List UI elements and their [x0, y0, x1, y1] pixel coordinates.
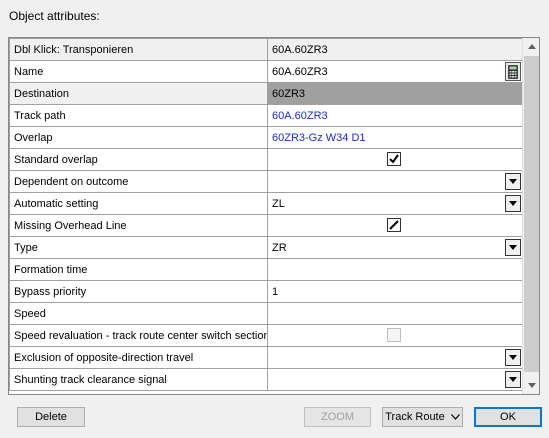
- table-row[interactable]: Speed: [9, 302, 524, 325]
- chevron-down-icon: [509, 179, 517, 184]
- chevron-up-icon: [527, 44, 536, 49]
- table-row[interactable]: Overlap 60ZR3-Gz W34 D1: [9, 126, 524, 149]
- table-row[interactable]: Missing Overhead Line: [9, 214, 524, 237]
- row-label-dependent-on-outcome: Dependent on outcome: [9, 170, 268, 193]
- row-label-overlap: Overlap: [9, 126, 268, 149]
- bypass-priority-field[interactable]: 1: [267, 280, 524, 303]
- grid-header-row[interactable]: Dbl Klick: Transponieren 60A.60ZR3: [9, 38, 524, 61]
- table-row[interactable]: Bypass priority 1: [9, 280, 524, 303]
- chevron-down-icon: [450, 414, 460, 420]
- calculator-button[interactable]: [505, 62, 521, 81]
- exclusion-opposite-direction-dropdown-button[interactable]: [505, 349, 521, 366]
- chevron-down-icon: [509, 377, 517, 382]
- dialog-title: Object attributes:: [9, 9, 100, 23]
- row-label-automatic-setting: Automatic setting: [9, 192, 268, 215]
- speed-revaluation-cell: [267, 324, 524, 347]
- row-label-destination: Destination: [9, 82, 268, 105]
- type-dropdown-button[interactable]: [505, 239, 521, 256]
- slash-check-icon: [389, 220, 399, 230]
- table-row[interactable]: Shunting track clearance signal: [9, 368, 524, 391]
- row-label-type: Type: [9, 236, 268, 259]
- exclusion-opposite-direction-select[interactable]: [267, 346, 524, 369]
- grid-header-label: Dbl Klick: Transponieren: [9, 38, 268, 61]
- delete-button[interactable]: Delete: [17, 407, 85, 427]
- destination-value[interactable]: 60ZR3: [267, 82, 524, 105]
- type-select[interactable]: ZR: [267, 236, 524, 259]
- table-row[interactable]: Automatic setting ZL: [9, 192, 524, 215]
- table-row[interactable]: Exclusion of opposite-direction travel: [9, 346, 524, 369]
- standard-overlap-checkbox[interactable]: [387, 152, 401, 166]
- formation-time-field[interactable]: [267, 258, 524, 281]
- missing-overhead-line-checkbox[interactable]: [387, 218, 401, 232]
- chevron-down-icon: [527, 383, 536, 388]
- scroll-down-button[interactable]: [523, 377, 539, 394]
- track-path-link[interactable]: 60A.60ZR3: [267, 104, 524, 127]
- dependent-on-outcome-dropdown-button[interactable]: [505, 173, 521, 190]
- row-label-shunting-track-clearance: Shunting track clearance signal: [9, 368, 268, 391]
- route-type-select[interactable]: Track Route: [382, 407, 463, 427]
- row-label-speed: Speed: [9, 302, 268, 325]
- table-row[interactable]: Track path 60A.60ZR3: [9, 104, 524, 127]
- table-row[interactable]: Dependent on outcome: [9, 170, 524, 193]
- row-label-name: Name: [9, 60, 268, 83]
- automatic-setting-select[interactable]: ZL: [267, 192, 524, 215]
- shunting-track-clearance-select[interactable]: [267, 368, 524, 391]
- table-row[interactable]: Standard overlap: [9, 148, 524, 171]
- ok-button[interactable]: OK: [474, 407, 542, 427]
- shunting-track-clearance-dropdown-button[interactable]: [505, 371, 521, 388]
- standard-overlap-cell: [267, 148, 524, 171]
- row-label-exclusion-opposite-direction: Exclusion of opposite-direction travel: [9, 346, 268, 369]
- overlap-link[interactable]: 60ZR3-Gz W34 D1: [267, 126, 524, 149]
- chevron-down-icon: [509, 201, 517, 206]
- scroll-up-button[interactable]: [523, 38, 539, 55]
- calculator-icon: [508, 64, 518, 79]
- speed-field[interactable]: [267, 302, 524, 325]
- scroll-thumb[interactable]: [524, 56, 539, 372]
- table-row[interactable]: Destination 60ZR3: [9, 82, 524, 105]
- table-row[interactable]: Name 60A.60ZR3: [9, 60, 524, 83]
- table-row[interactable]: Formation time: [9, 258, 524, 281]
- name-field[interactable]: 60A.60ZR3: [267, 60, 524, 83]
- chevron-down-icon: [509, 355, 517, 360]
- speed-revaluation-checkbox[interactable]: [387, 328, 401, 342]
- row-label-bypass-priority: Bypass priority: [9, 280, 268, 303]
- row-label-formation-time: Formation time: [9, 258, 268, 281]
- table-row[interactable]: Speed revaluation - track route center s…: [9, 324, 524, 347]
- row-label-standard-overlap: Standard overlap: [9, 148, 268, 171]
- row-label-track-path: Track path: [9, 104, 268, 127]
- attribute-table: Dbl Klick: Transponieren 60A.60ZR3 Name …: [9, 38, 524, 391]
- attribute-grid: Dbl Klick: Transponieren 60A.60ZR3 Name …: [8, 37, 540, 395]
- track-path-value[interactable]: 60A.60ZR3: [272, 110, 328, 122]
- missing-overhead-line-cell: [267, 214, 524, 237]
- checkmark-icon: [389, 154, 399, 164]
- dependent-on-outcome-select[interactable]: [267, 170, 524, 193]
- automatic-setting-dropdown-button[interactable]: [505, 195, 521, 212]
- zoom-button[interactable]: ZOOM: [304, 407, 371, 427]
- overlap-value[interactable]: 60ZR3-Gz W34 D1: [272, 132, 366, 144]
- grid-header-value: 60A.60ZR3: [267, 38, 524, 61]
- type-value: ZR: [272, 241, 287, 254]
- row-label-missing-overhead-line: Missing Overhead Line: [9, 214, 268, 237]
- chevron-down-icon: [509, 245, 517, 250]
- route-type-value: Track Route: [385, 411, 445, 423]
- automatic-setting-value: ZL: [272, 197, 285, 210]
- row-label-speed-revaluation: Speed revaluation - track route center s…: [9, 324, 268, 347]
- vertical-scrollbar[interactable]: [522, 38, 539, 394]
- name-value: 60A.60ZR3: [272, 65, 328, 78]
- table-row[interactable]: Type ZR: [9, 236, 524, 259]
